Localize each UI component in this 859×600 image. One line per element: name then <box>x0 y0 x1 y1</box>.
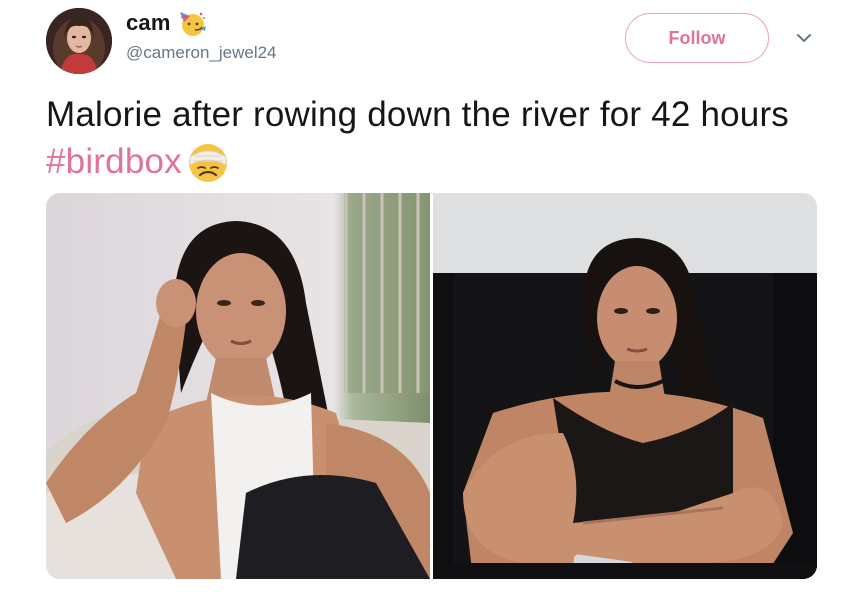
display-name[interactable]: cam <box>126 10 171 36</box>
follow-button[interactable]: Follow <box>625 13 769 63</box>
avatar[interactable] <box>46 8 112 74</box>
name-row: cam <box>126 8 207 38</box>
bandaged-face-emoji-icon <box>184 137 232 185</box>
tweet: cam @cameron_jewel24 Follow Malorie afte… <box>0 0 859 600</box>
hashtag-link[interactable]: #birdbox <box>46 142 182 181</box>
photo-left[interactable] <box>46 193 430 579</box>
media-grid <box>46 193 817 579</box>
chevron-down-icon[interactable] <box>796 31 812 43</box>
party-face-emoji-icon <box>177 8 207 38</box>
photo-right[interactable] <box>433 193 817 579</box>
tweet-text: Malorie after rowing down the river for … <box>46 92 826 185</box>
user-handle[interactable]: @cameron_jewel24 <box>126 43 277 63</box>
tweet-text-body: Malorie after rowing down the river for … <box>46 95 789 134</box>
